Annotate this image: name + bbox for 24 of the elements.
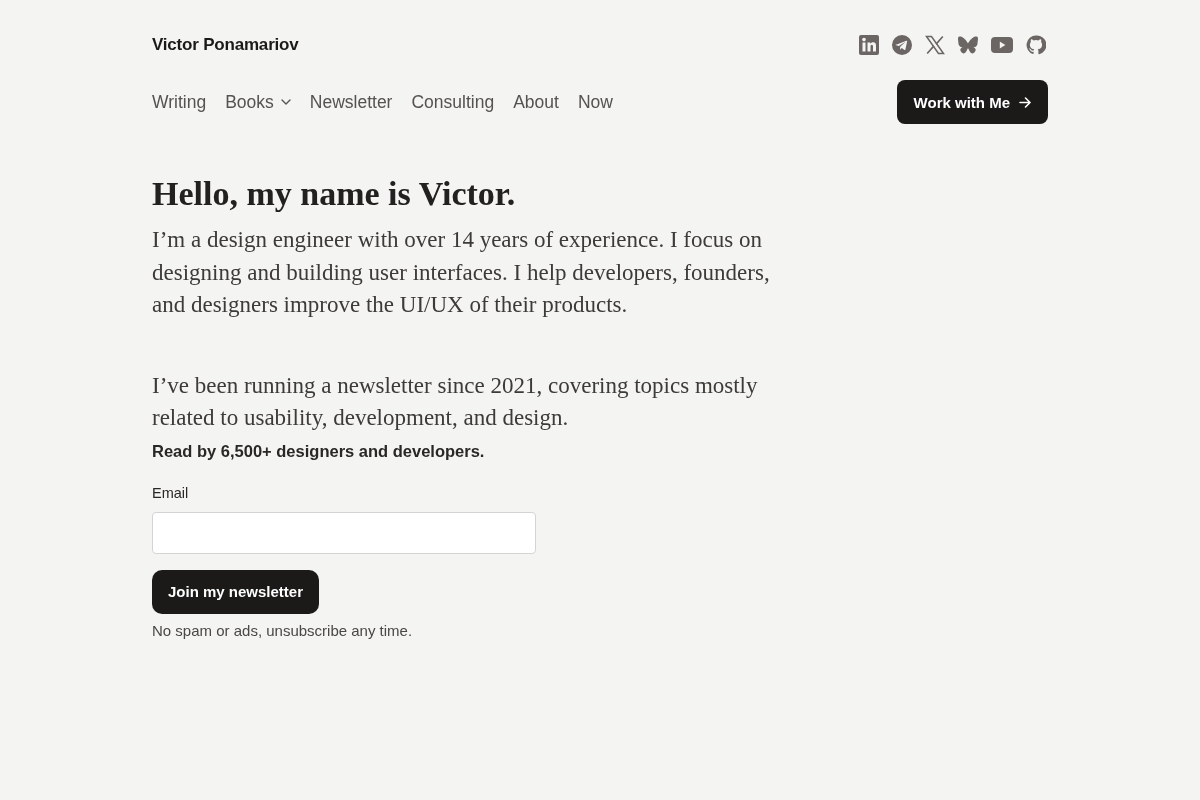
nav-link[interactable]: Now — [577, 91, 613, 113]
play-button-icon[interactable] — [991, 37, 1013, 53]
butterfly-icon[interactable] — [958, 36, 978, 54]
x-logo-icon[interactable] — [925, 35, 945, 55]
arrow-right-icon — [1019, 96, 1031, 108]
readers-text: Read by 6,500+ designers and developers. — [152, 440, 485, 462]
no-spam-note: No spam or ads, unsubscribe any time. — [152, 620, 413, 641]
intro-paragraph: I’m a design engineer with over 14 years of experience. I focus on designing and building user interfaces. I help developers, founders, and designers improve the UI/UX of their products. — [152, 226, 771, 319]
site-name-link[interactable]: Victor Ponamariov — [152, 35, 299, 55]
chevron-down-icon — [280, 99, 291, 105]
nav-link[interactable]: About — [513, 91, 559, 113]
nav-link[interactable]: Consulting — [411, 91, 495, 113]
newsletter-paragraph: I’ve been running a newsletter since 2021, covering topics mostly related to usability, development, and design. — [152, 371, 759, 432]
join-newsletter-button[interactable]: Join my newsletter — [152, 569, 320, 614]
paper-plane-icon[interactable] — [892, 35, 912, 55]
work-with-me-button[interactable]: Work with Me — [896, 80, 1048, 124]
email-input-field[interactable] — [152, 511, 536, 554]
cat-logo-icon[interactable] — [1026, 35, 1046, 55]
nav-link[interactable]: Writing — [152, 91, 207, 113]
linkedin-icon[interactable] — [859, 35, 879, 55]
nav-dropdown[interactable]: Books — [225, 91, 291, 113]
email-label: Email — [152, 483, 189, 503]
page-heading: Hello, my name is Victor. — [152, 174, 516, 214]
nav-link[interactable]: Newsletter — [309, 91, 393, 113]
